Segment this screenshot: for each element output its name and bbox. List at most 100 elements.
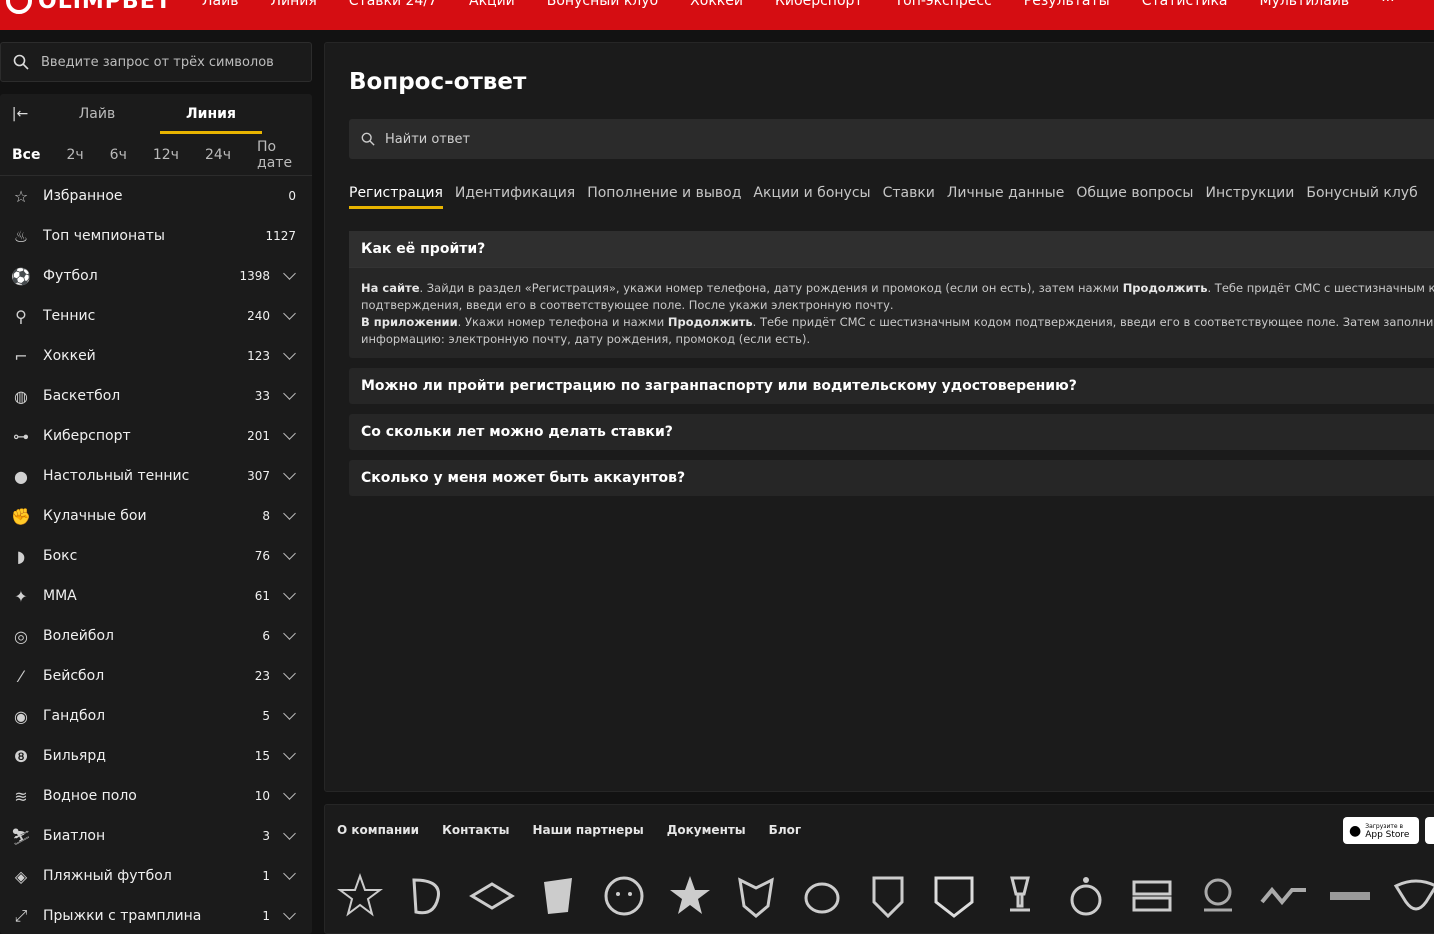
faq-item[interactable]: Можно ли пройти регистрацию по загранпас… xyxy=(349,368,1434,404)
chevron-down-icon[interactable] xyxy=(283,907,296,920)
sport-item[interactable]: ⛷Биатлон3 xyxy=(0,816,312,856)
nav-item-hockey[interactable]: Хоккей xyxy=(690,0,743,9)
tab-general-questions[interactable]: Общие вопросы xyxy=(1076,185,1193,209)
footer-link-blog[interactable]: Блог xyxy=(769,823,801,837)
chevron-down-icon[interactable] xyxy=(283,587,296,600)
sport-item[interactable]: ☆Избранное0 xyxy=(0,176,312,216)
tab-promotions-bonuses[interactable]: Акции и бонусы xyxy=(753,185,870,209)
sport-item[interactable]: ●Настольный теннис307 xyxy=(0,456,312,496)
tiger-logo-icon[interactable] xyxy=(599,867,649,925)
nav-item-multilive[interactable]: Мультилайв xyxy=(1259,0,1349,9)
faq-search-input[interactable] xyxy=(385,132,985,147)
sport-item[interactable]: ✦MMA61 xyxy=(0,576,312,616)
chevron-down-icon[interactable] xyxy=(283,347,296,360)
time-filter-by-date[interactable]: По дате xyxy=(257,139,312,171)
time-filter-12h[interactable]: 12ч xyxy=(153,147,179,163)
chevron-down-icon[interactable] xyxy=(283,627,296,640)
tab-identification[interactable]: Идентификация xyxy=(455,185,575,209)
faq-question[interactable]: Можно ли пройти регистрацию по загранпас… xyxy=(349,368,1434,404)
sport-item[interactable]: ◉Гандбол5 xyxy=(0,696,312,736)
nav-item-bets247[interactable]: Ставки 24/7 xyxy=(349,0,437,9)
dynamo-logo-icon[interactable] xyxy=(401,867,451,925)
top-dog-logo-icon[interactable] xyxy=(1127,867,1177,925)
time-filter-all[interactable]: Все xyxy=(12,147,40,163)
faq-question[interactable]: Со скольки лет можно делать ставки? xyxy=(349,414,1434,450)
sidebar-search-input[interactable] xyxy=(41,55,301,70)
fsbr-logo-icon[interactable] xyxy=(1325,867,1375,925)
google-play-button[interactable] xyxy=(1425,817,1434,844)
chevron-down-icon[interactable] xyxy=(283,307,296,320)
anchor-star-logo-icon[interactable] xyxy=(665,867,715,925)
chevron-down-icon[interactable] xyxy=(283,507,296,520)
chevron-down-icon[interactable] xyxy=(283,267,296,280)
tab-live[interactable]: Лайв xyxy=(40,94,154,134)
nav-item-bonus-club[interactable]: Бонусный клуб xyxy=(547,0,658,9)
tab-personal-data[interactable]: Личные данные xyxy=(947,185,1064,209)
sport-item[interactable]: ⚲Теннис240 xyxy=(0,296,312,336)
nav-more-button[interactable]: ··· xyxy=(1381,0,1394,9)
sport-item[interactable]: ⊶Киберспорт201 xyxy=(0,416,312,456)
sport-item[interactable]: ❽Бильярд15 xyxy=(0,736,312,776)
chevron-down-icon[interactable] xyxy=(283,827,296,840)
time-filter-24h[interactable]: 24ч xyxy=(205,147,231,163)
supercup-logo-icon[interactable] xyxy=(995,867,1045,925)
time-filter-6h[interactable]: 6ч xyxy=(110,147,127,163)
sport-item[interactable]: ◗Бокс76 xyxy=(0,536,312,576)
chevron-down-icon[interactable] xyxy=(283,787,296,800)
tab-line[interactable]: Линия xyxy=(154,94,268,134)
sport-item[interactable]: ✊Кулачные бои8 xyxy=(0,496,312,536)
sport-item[interactable]: ≋Водное поло10 xyxy=(0,776,312,816)
nav-item-esports[interactable]: Киберспорт xyxy=(775,0,863,9)
sport-item[interactable]: ◈Пляжный футбол1 xyxy=(0,856,312,896)
chevron-down-icon[interactable] xyxy=(283,747,296,760)
chevron-down-icon[interactable] xyxy=(283,667,296,680)
footer-link-partners[interactable]: Наши партнеры xyxy=(532,823,643,837)
league-crest-logo-icon[interactable] xyxy=(1193,867,1243,925)
nav-item-line[interactable]: Линия xyxy=(270,0,316,9)
nav-item-live[interactable]: Лайв xyxy=(202,0,238,9)
sport-item[interactable]: ⁄Бейсбол23 xyxy=(0,656,312,696)
tab-bets[interactable]: Ставки xyxy=(883,185,935,209)
app-store-button[interactable]: ● Загрузите в App Store xyxy=(1343,817,1419,844)
stars-emblem-logo-icon[interactable] xyxy=(1061,867,1111,925)
brand-logo[interactable]: OLIMPBET xyxy=(6,0,172,14)
spartak-logo-icon[interactable] xyxy=(467,867,517,925)
chevron-down-icon[interactable] xyxy=(283,867,296,880)
nav-item-promotions[interactable]: Акции xyxy=(469,0,515,9)
mhl-logo-icon[interactable] xyxy=(863,867,913,925)
lokomotiv-logo-icon[interactable] xyxy=(533,867,583,925)
tab-bonus-club[interactable]: Бонусный клуб xyxy=(1306,185,1417,209)
footer-link-contacts[interactable]: Контакты xyxy=(442,823,509,837)
sport-item[interactable]: ◎Волейбол6 xyxy=(0,616,312,656)
faq-item[interactable]: Со скольки лет можно делать ставки? xyxy=(349,414,1434,450)
sport-item[interactable]: ⌐Хоккей123 xyxy=(0,336,312,376)
footer-link-about[interactable]: О компании xyxy=(337,823,419,837)
nav-item-statistics[interactable]: Статистика xyxy=(1142,0,1228,9)
chevron-down-icon[interactable] xyxy=(283,467,296,480)
chevron-down-icon[interactable] xyxy=(283,387,296,400)
nav-item-results[interactable]: Результаты xyxy=(1024,0,1110,9)
collapse-sidebar-icon[interactable]: |← xyxy=(0,106,40,122)
pwl-logo-icon[interactable] xyxy=(1259,867,1309,925)
chevron-down-icon[interactable] xyxy=(283,707,296,720)
sport-item[interactable]: ⚽Футбол1398 xyxy=(0,256,312,296)
sport-item[interactable]: ⤢Прыжки с трамплина1 xyxy=(0,896,312,934)
chevron-down-icon[interactable] xyxy=(283,427,296,440)
wolf-logo-icon[interactable] xyxy=(731,867,781,925)
cska-logo-icon[interactable] xyxy=(335,867,385,925)
tab-deposit-withdrawal[interactable]: Пополнение и вывод xyxy=(587,185,741,209)
chevron-down-icon[interactable] xyxy=(283,547,296,560)
faq-question[interactable]: Сколько у меня может быть аккаунтов? xyxy=(349,460,1434,496)
tab-instructions[interactable]: Инструкции xyxy=(1206,185,1295,209)
time-filter-2h[interactable]: 2ч xyxy=(66,147,83,163)
faq-question[interactable]: Как её пройти? xyxy=(349,231,1434,267)
nav-item-top-express[interactable]: Топ-экспресс xyxy=(895,0,992,9)
tab-registration[interactable]: Регистрация xyxy=(349,185,443,209)
sport-item[interactable]: ◍Баскетбол33 xyxy=(0,376,312,416)
footer-link-documents[interactable]: Документы xyxy=(667,823,746,837)
faq-item[interactable]: Сколько у меня может быть аккаунтов? xyxy=(349,460,1434,496)
panther-logo-icon[interactable] xyxy=(797,867,847,925)
sport-item[interactable]: ♨Топ чемпионаты1127 xyxy=(0,216,312,256)
eagle-crest-logo-icon[interactable] xyxy=(1391,867,1434,925)
vhl-logo-icon[interactable] xyxy=(929,867,979,925)
